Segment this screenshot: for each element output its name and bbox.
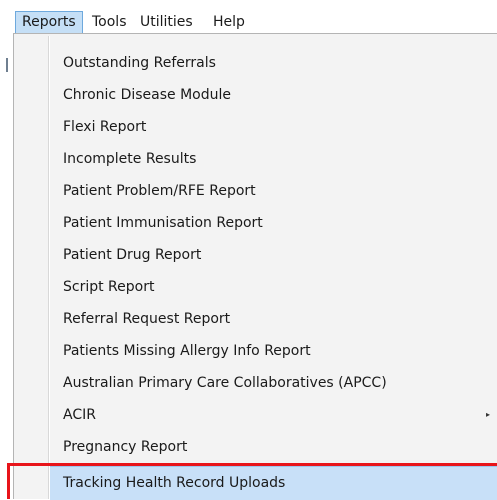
menu-item-label: Flexi Report [63, 119, 147, 135]
menu-help-label: Help [213, 14, 245, 30]
menu-item-label: Patients Missing Allergy Info Report [63, 343, 311, 359]
menu-item-outstanding-referrals[interactable]: Outstanding Referrals [50, 47, 497, 79]
submenu-arrow-icon: ▸ [485, 410, 490, 419]
menu-tools-label: Tools [92, 14, 127, 30]
menu-item-patients-missing-allergy-info-report[interactable]: Patients Missing Allergy Info Report [50, 335, 497, 367]
window-edge-marker [6, 58, 8, 72]
menu-item-tracking-health-record-uploads[interactable]: Tracking Health Record Uploads [50, 466, 497, 500]
menu-item-label: Patient Drug Report [63, 247, 202, 263]
menu-item-patient-drug-report[interactable]: Patient Drug Report [50, 239, 497, 271]
menu-icon-gutter [14, 34, 48, 499]
menu-item-patient-immunisation-report[interactable]: Patient Immunisation Report [50, 207, 497, 239]
menu-item-label: Script Report [63, 279, 155, 295]
menu-reports[interactable]: Reports [15, 11, 83, 33]
menu-item-label: Chronic Disease Module [63, 87, 231, 103]
menu-item-label: Patient Immunisation Report [63, 215, 263, 231]
menu-item-patient-problem-rfe-report[interactable]: Patient Problem/RFE Report [50, 175, 497, 207]
menu-help[interactable]: Help [207, 11, 251, 33]
menu-item-label: ACIR [63, 407, 96, 423]
menu-bar: Reports Tools Utilities Help [0, 0, 497, 34]
menu-item-label: Pregnancy Report [63, 439, 188, 455]
menu-item-flexi-report[interactable]: Flexi Report [50, 111, 497, 143]
menu-item-pregnancy-report[interactable]: Pregnancy Report [50, 431, 497, 463]
menu-item-script-report[interactable]: Script Report [50, 271, 497, 303]
menu-item-label: Tracking Health Record Uploads [63, 475, 286, 491]
reports-dropdown-menu: Outstanding Referrals Chronic Disease Mo… [13, 33, 497, 500]
menu-item-incomplete-results[interactable]: Incomplete Results [50, 143, 497, 175]
menu-reports-label: Reports [22, 14, 76, 30]
menu-item-label: Australian Primary Care Collaboratives (… [63, 375, 387, 391]
menu-item-acir[interactable]: ACIR ▸ [50, 399, 497, 431]
menu-utilities[interactable]: Utilities [134, 11, 199, 33]
menu-item-referral-request-report[interactable]: Referral Request Report [50, 303, 497, 335]
menu-utilities-label: Utilities [140, 14, 193, 30]
menu-item-label: Incomplete Results [63, 151, 197, 167]
menu-item-chronic-disease-module[interactable]: Chronic Disease Module [50, 79, 497, 111]
menu-item-label: Outstanding Referrals [63, 55, 216, 71]
menu-item-apcc[interactable]: Australian Primary Care Collaboratives (… [50, 367, 497, 399]
menu-item-label: Patient Problem/RFE Report [63, 183, 256, 199]
menu-item-label: Referral Request Report [63, 311, 231, 327]
menu-tools[interactable]: Tools [86, 11, 133, 33]
